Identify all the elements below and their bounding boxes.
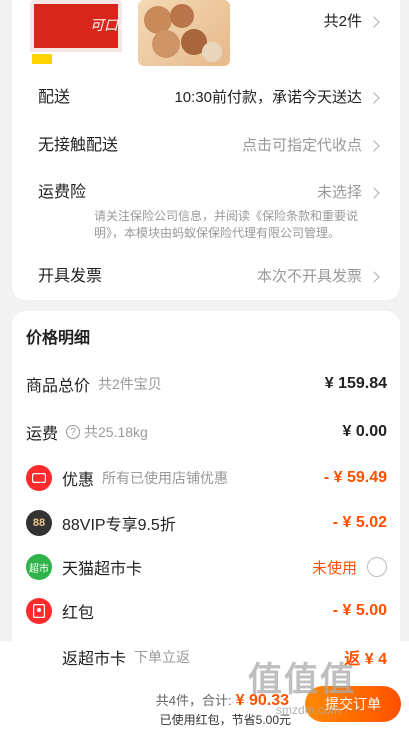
shipping-insurance-row[interactable]: 运费险 未选择 [38,182,380,204]
freight-row: 运费 ? 共25.18kg ¥ 0.00 [26,418,387,446]
return-card-sub: 下单立返 [134,649,191,665]
tmall-card-status: 未使用 [311,559,357,577]
items-count: 共2件 [323,13,362,30]
vip-amount: - ¥ 5.02 [332,514,387,531]
contactless-value: 点击可指定代收点 [241,137,362,154]
discount-amount: - ¥ 59.49 [323,469,387,486]
freight-sub: 共25.18kg [84,424,148,440]
delivery-value: 10:30前付款，承诺今天送达 [174,89,362,106]
insurance-notice: 请关注保险公司信息，并阅读《保险条款和重要说明》，本模块由蚂蚁保保险代理有限公司… [94,209,359,240]
chevron-right-icon [368,140,380,152]
question-icon[interactable]: ? [66,425,81,439]
summary-label: 共4件，合计: [155,693,232,708]
return-card-label: 返超市卡 [62,651,127,668]
chevron-right-icon [368,92,380,104]
vip-88-icon: 88 [26,510,52,536]
shipping-insurance-value: 未选择 [316,184,362,201]
goods-total-label: 商品总价 [26,378,91,395]
invoice-row[interactable]: 开具发票 本次不开具发票 [38,266,380,288]
chevron-right-icon [368,16,380,28]
goods-total-amount: ¥ 159.84 [324,375,387,392]
shipping-insurance-label: 运费险 [38,184,87,201]
red-packet-amount: - ¥ 5.00 [332,602,387,619]
watermark-url: smzdm.com [276,703,341,717]
freight-amount: ¥ 0.00 [342,423,387,440]
contactless-label: 无接触配送 [38,137,119,154]
chevron-right-icon [368,271,380,283]
invoice-label: 开具发票 [38,268,103,285]
order-options-card: 可口可乐 共2件 配送 10:30前付款，承诺今天送达 无 [12,0,400,300]
watermark-logo: 值值值 [248,661,356,699]
freight-label: 运费 [26,426,59,443]
tmall-card-radio[interactable] [367,557,387,577]
vip-row[interactable]: 88 88VIP专享9.5折 - ¥ 5.02 [26,509,387,537]
delivery-label: 配送 [38,89,71,106]
red-packet-row[interactable]: 红包 - ¥ 5.00 [26,597,387,625]
product-thumb-cola[interactable]: 可口可乐 [30,0,122,66]
discount-label: 优惠 [62,472,95,489]
coupon-icon [26,465,52,491]
delivery-row[interactable]: 配送 10:30前付款，承诺今天送达 [38,87,380,109]
items-count-row[interactable]: 共2件 [38,11,380,33]
product-thumb-nuts[interactable] [138,0,230,66]
invoice-value: 本次不开具发票 [256,268,362,285]
contactless-delivery-row[interactable]: 无接触配送 点击可指定代收点 [38,135,380,157]
chevron-right-icon [368,187,380,199]
tmall-card-label: 天猫超市卡 [62,561,143,578]
red-packet-icon [26,598,52,624]
goods-total-row: 商品总价 共2件宝贝 ¥ 159.84 [26,370,387,398]
red-packet-label: 红包 [62,605,95,622]
saved-text: 已使用红包，节省5.00元 [159,713,291,727]
goods-total-sub: 共2件宝贝 [98,376,162,392]
discount-row[interactable]: 优惠 所有已使用店铺优惠 - ¥ 59.49 [26,464,387,492]
price-detail-title: 价格明细 [26,330,91,347]
supermarket-card-icon: 超市 [26,554,52,580]
discount-sub: 所有已使用店铺优惠 [102,470,229,486]
tmall-card-row[interactable]: 超市 天猫超市卡 未使用 [26,553,387,581]
vip-label: 88VIP专享9.5折 [62,517,176,534]
